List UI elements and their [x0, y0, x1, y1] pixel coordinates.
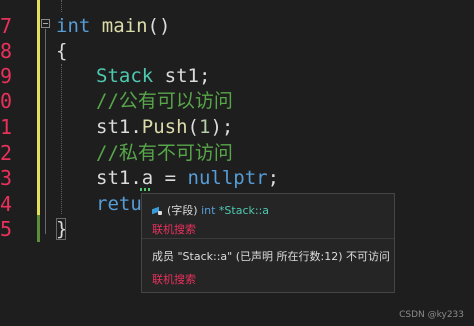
line-number: 5 — [0, 217, 13, 241]
tooltip-signature: (字段) int *Stack::a — [152, 202, 269, 218]
assign-operator: = — [153, 167, 188, 189]
change-bar-modified — [37, 0, 40, 215]
member-access: a — [141, 167, 154, 189]
keyword-return-partial: retu — [96, 193, 142, 215]
number-literal: 1 — [198, 116, 211, 138]
function-name: main — [90, 15, 148, 37]
open-brace: { — [56, 40, 68, 62]
paren-open: ( — [187, 116, 199, 138]
line-number: 2 — [0, 141, 13, 165]
line-number: 7 — [0, 14, 13, 38]
tooltip-error-message: 成员 "Stack::a" (已声明 所在行数:12) 不可访问 — [152, 250, 390, 263]
line-number: 0 — [0, 89, 13, 113]
paren-close: ); — [210, 116, 234, 138]
line-number: 1 — [0, 115, 13, 139]
indent-guide — [61, 0, 62, 12]
semicolon: ; — [267, 167, 280, 189]
tooltip-member: *Stack::a — [215, 204, 270, 217]
method-name: Push — [141, 116, 188, 138]
tooltip-type: int — [201, 204, 216, 217]
comment: //公有可以访问 — [96, 90, 233, 112]
indent-guide — [61, 64, 62, 214]
line-number: 9 — [0, 64, 13, 88]
code-line[interactable]: //私有不可访问 — [96, 141, 233, 165]
watermark: CSDN @ky233 — [399, 310, 464, 320]
line-number: 8 — [0, 39, 13, 63]
code-line[interactable]: { — [56, 39, 67, 63]
object-ref: st1. — [96, 116, 142, 138]
keyword-int: int — [56, 15, 91, 37]
code-line[interactable]: Stack st1; — [96, 64, 210, 88]
line-number: 3 — [0, 166, 13, 190]
tooltip-divider — [142, 238, 394, 239]
type-name: Stack — [96, 65, 154, 87]
online-search-link[interactable]: 联机搜索 — [152, 271, 196, 287]
comment: //私有不可访问 — [96, 142, 233, 164]
online-search-link[interactable]: 联机搜索 — [152, 221, 196, 237]
error-squiggle — [140, 188, 152, 191]
quick-info-tooltip: (字段) int *Stack::a 联机搜索 成员 "Stack::a" (已… — [141, 193, 395, 293]
object-ref: st1. — [96, 167, 142, 189]
code-line[interactable]: int main() — [56, 14, 170, 38]
brace-match-highlight — [56, 218, 66, 240]
code-line[interactable]: //公有可以访问 — [96, 89, 233, 113]
code-line[interactable]: st1.Push(1); — [96, 115, 233, 139]
field-icon — [152, 206, 162, 215]
tooltip-kind: (字段) — [167, 204, 198, 217]
line-number: 4 — [0, 192, 13, 216]
variable-decl: st1; — [153, 65, 211, 87]
collapse-toggle[interactable] — [41, 19, 50, 28]
code-line[interactable]: retu — [96, 192, 142, 216]
keyword-nullptr: nullptr — [187, 167, 268, 189]
parens: () — [147, 15, 171, 37]
code-line[interactable]: st1.a = nullptr; — [96, 166, 279, 190]
change-bar-saved — [37, 215, 40, 242]
outline-line — [45, 29, 46, 234]
